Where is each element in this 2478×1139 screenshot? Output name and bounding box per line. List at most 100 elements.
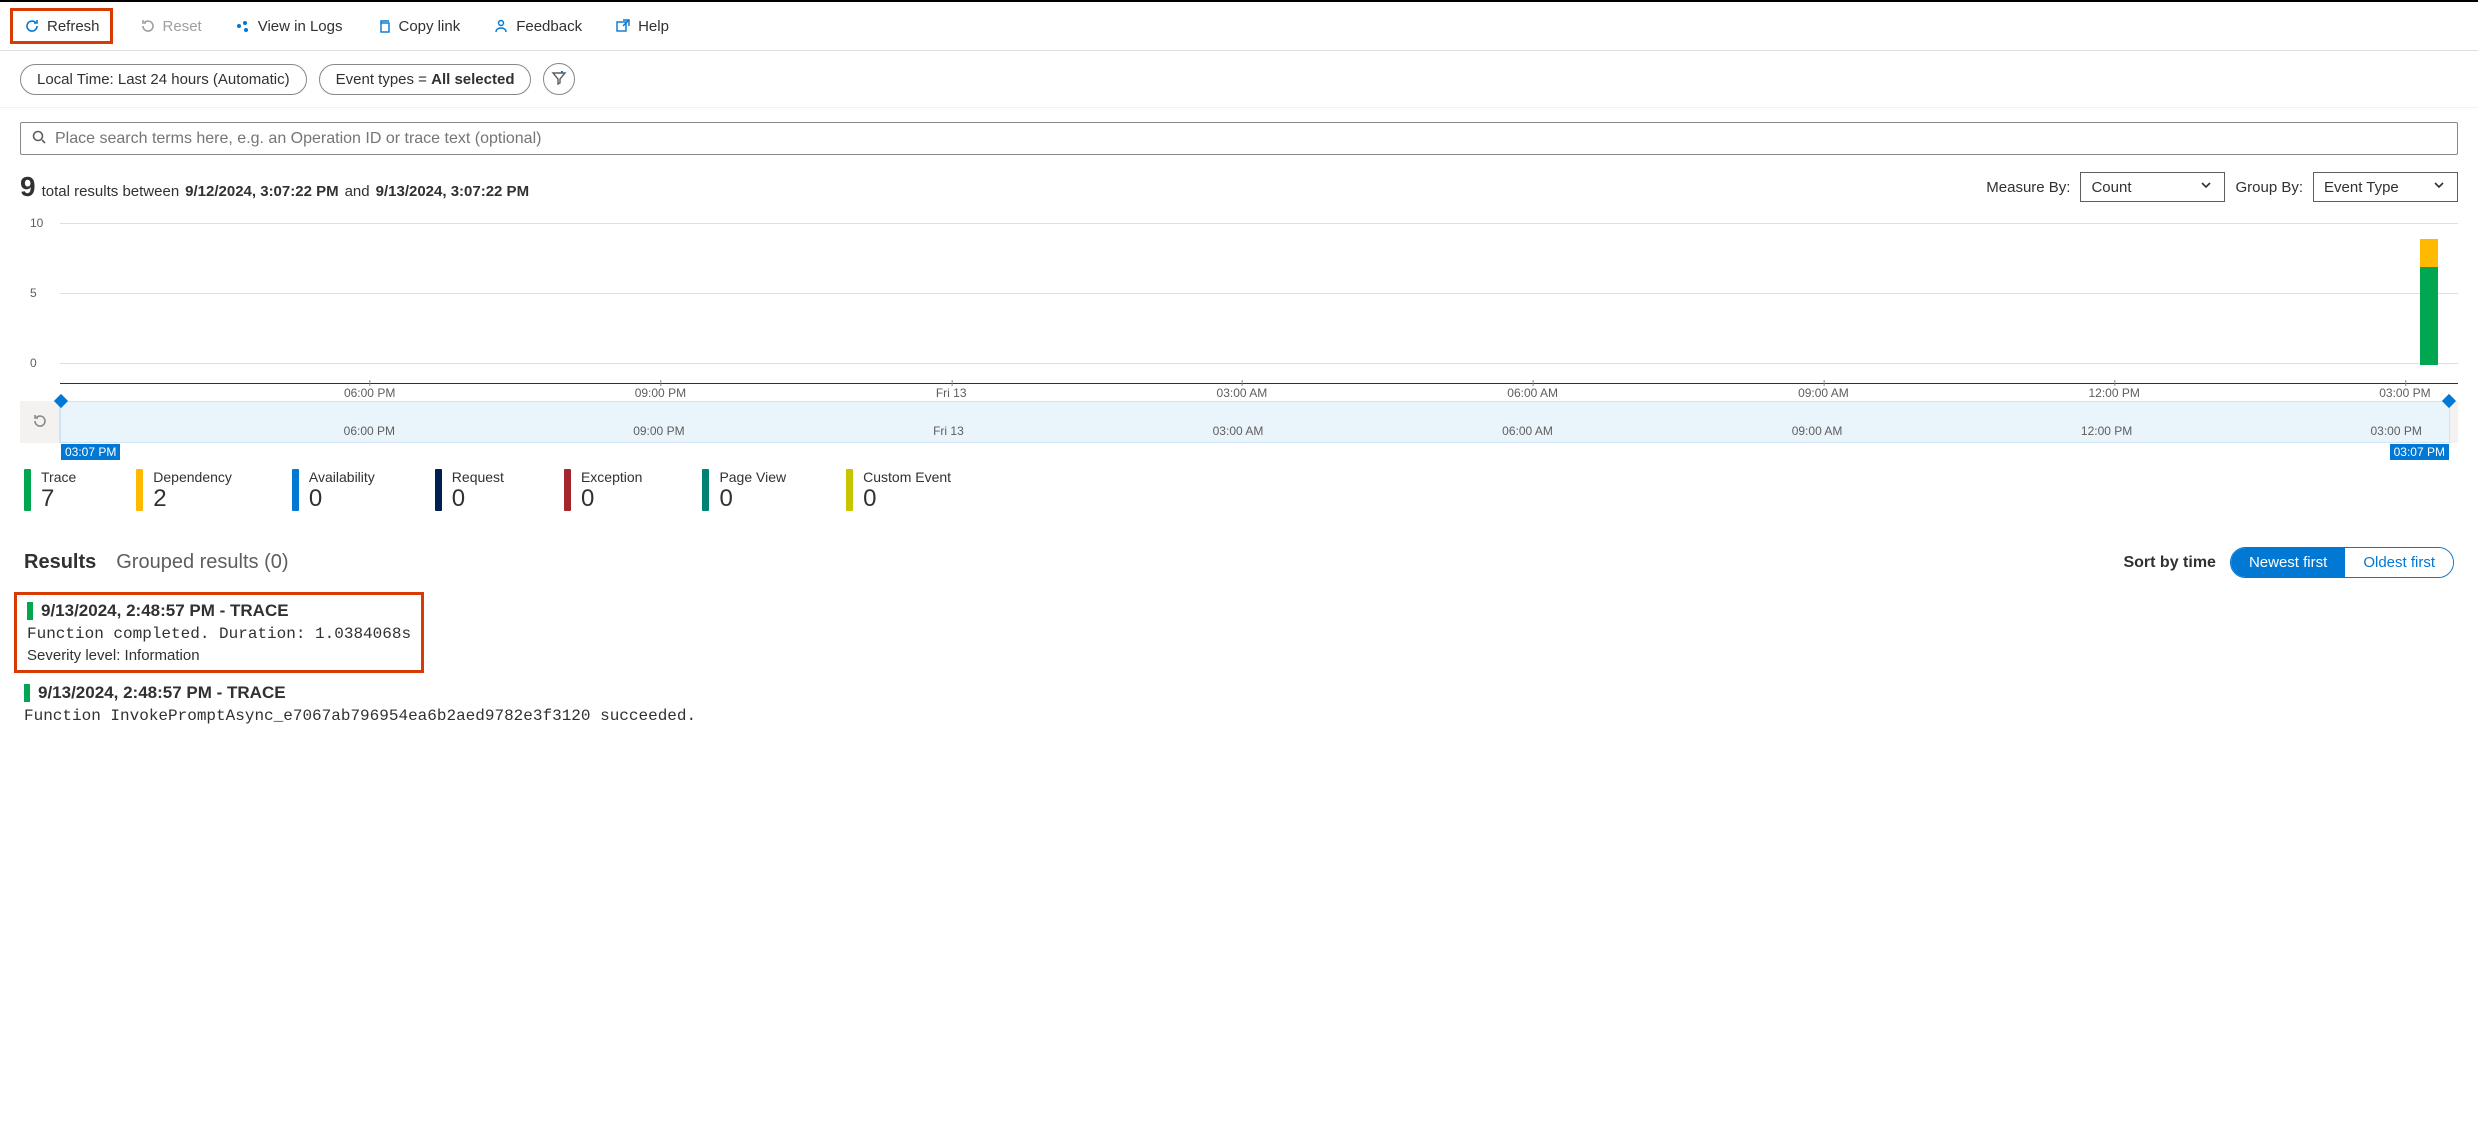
brush-track[interactable]: 06:00 PM09:00 PMFri 1303:00 AM06:00 AM09…	[60, 401, 2450, 443]
group-by-label: Group By:	[2235, 179, 2303, 196]
chart-bar-segment[interactable]	[2420, 239, 2438, 267]
feedback-icon	[492, 17, 510, 35]
chart-ytick: 0	[30, 356, 37, 370]
chart: 0510 06:00 PM09:00 PMFri 1303:00 AM06:00…	[0, 213, 2478, 401]
filter-row: Local Time: Last 24 hours (Automatic) Ev…	[0, 51, 2478, 108]
chart-xtick: 06:00 AM	[1507, 386, 1558, 400]
legend-count: 7	[41, 485, 76, 513]
result-title: 9/13/2024, 2:48:57 PM - TRACE	[38, 683, 286, 703]
legend-count: 0	[719, 485, 786, 513]
legend-item[interactable]: Request 0	[435, 469, 504, 513]
feedback-button[interactable]: Feedback	[486, 13, 588, 39]
legend-color-swatch	[292, 469, 299, 511]
legend-item[interactable]: Exception 0	[564, 469, 642, 513]
chart-xtick: 12:00 PM	[2088, 386, 2139, 400]
sort-oldest-button[interactable]: Oldest first	[2345, 548, 2453, 577]
sort-segmented: Newest first Oldest first	[2230, 547, 2454, 578]
legend-label: Exception	[581, 469, 642, 485]
tab-results[interactable]: Results	[24, 551, 96, 574]
tab-grouped-results[interactable]: Grouped results (0)	[116, 551, 288, 574]
reset-button: Reset	[133, 13, 208, 39]
measure-by-label: Measure By:	[1986, 179, 2070, 196]
feedback-label: Feedback	[516, 18, 582, 35]
chart-xtick: 03:00 AM	[1217, 386, 1268, 400]
search-row	[0, 108, 2478, 165]
funnel-plus-icon	[551, 70, 567, 89]
result-item[interactable]: 9/13/2024, 2:48:57 PM - TRACE Function I…	[24, 677, 2454, 731]
chart-bar-segment[interactable]	[2420, 267, 2438, 365]
chart-ytick: 10	[30, 216, 43, 230]
brush-end-label: 03:07 PM	[2390, 444, 2449, 460]
undo-icon	[32, 413, 48, 432]
copy-icon	[375, 17, 393, 35]
total-count: 9	[20, 171, 36, 203]
time-range-label: Local Time: Last 24 hours (Automatic)	[37, 71, 290, 88]
results-header: Results Grouped results (0) Sort by time…	[0, 527, 2478, 588]
group-by-select[interactable]: Event Type	[2313, 172, 2458, 202]
event-types-prefix: Event types =	[336, 71, 431, 88]
undo-icon	[139, 17, 157, 35]
brush-tick: 12:00 PM	[2081, 424, 2132, 438]
legend-label: Dependency	[153, 469, 232, 485]
legend-color-swatch	[702, 469, 709, 511]
help-label: Help	[638, 18, 669, 35]
view-in-logs-label: View in Logs	[258, 18, 343, 35]
result-message: Function completed. Duration: 1.0384068s	[27, 625, 411, 643]
legend-count: 0	[863, 485, 951, 513]
brush-tick: 06:00 PM	[344, 424, 395, 438]
measure-by-value: Count	[2091, 179, 2131, 196]
legend-label: Custom Event	[863, 469, 951, 485]
chart-xaxis: 06:00 PM09:00 PMFri 1303:00 AM06:00 AM09…	[60, 383, 2458, 401]
time-range-pill[interactable]: Local Time: Last 24 hours (Automatic)	[20, 64, 307, 95]
brush-start-label: 03:07 PM	[61, 444, 120, 460]
brush-tick: 03:00 PM	[2370, 424, 2421, 438]
legend-item[interactable]: Trace 7	[24, 469, 76, 513]
add-filter-button[interactable]	[543, 63, 575, 95]
chart-xtick: Fri 13	[936, 386, 967, 400]
chart-xtick: 03:00 PM	[2379, 386, 2430, 400]
brush-tick: 09:00 PM	[633, 424, 684, 438]
results-list: 9/13/2024, 2:48:57 PM - TRACE Function c…	[0, 588, 2478, 735]
legend-color-swatch	[564, 469, 571, 511]
legend-count: 0	[581, 485, 642, 513]
brush-reset-button[interactable]	[20, 401, 60, 443]
brush-tick: 03:00 AM	[1213, 424, 1264, 438]
refresh-icon	[23, 17, 41, 35]
trace-stripe-icon	[27, 602, 33, 620]
event-types-pill[interactable]: Event types = All selected	[319, 64, 532, 95]
legend-color-swatch	[846, 469, 853, 511]
summary-row: 9 total results between 9/12/2024, 3:07:…	[0, 165, 2478, 213]
copy-link-button[interactable]: Copy link	[369, 13, 467, 39]
sort-newest-button[interactable]: Newest first	[2231, 548, 2345, 577]
search-box[interactable]	[20, 122, 2458, 155]
chart-xtick: 09:00 AM	[1798, 386, 1849, 400]
result-message: Function InvokePromptAsync_e7067ab796954…	[24, 707, 2454, 725]
legend-item[interactable]: Page View 0	[702, 469, 786, 513]
chart-xtick: 09:00 PM	[635, 386, 686, 400]
search-input[interactable]	[55, 130, 2447, 148]
legend-count: 0	[309, 485, 375, 513]
sort-label: Sort by time	[2123, 554, 2215, 572]
help-button[interactable]: Help	[608, 13, 675, 39]
measure-by-select[interactable]: Count	[2080, 172, 2225, 202]
external-link-icon	[614, 17, 632, 35]
refresh-button[interactable]: Refresh	[10, 8, 113, 44]
trace-stripe-icon	[24, 684, 30, 702]
legend: Trace 7 Dependency 2 Availability 0 Requ…	[0, 443, 2478, 527]
legend-count: 2	[153, 485, 232, 513]
view-in-logs-button[interactable]: View in Logs	[228, 13, 349, 39]
legend-label: Trace	[41, 469, 76, 485]
legend-item[interactable]: Dependency 2	[136, 469, 232, 513]
legend-item[interactable]: Availability 0	[292, 469, 375, 513]
time-brush[interactable]: 06:00 PM09:00 PMFri 1303:00 AM06:00 AM09…	[0, 401, 2478, 443]
reset-label: Reset	[163, 18, 202, 35]
result-item[interactable]: 9/13/2024, 2:48:57 PM - TRACE Function c…	[14, 592, 424, 673]
search-icon	[31, 129, 47, 148]
event-types-value: All selected	[431, 71, 514, 88]
summary-controls: Measure By: Count Group By: Event Type	[1986, 172, 2458, 202]
result-tabs: Results Grouped results (0)	[24, 551, 289, 574]
result-severity: Severity level: Information	[27, 647, 411, 664]
sort-controls: Sort by time Newest first Oldest first	[2123, 547, 2454, 578]
legend-item[interactable]: Custom Event 0	[846, 469, 951, 513]
summary-t2: and	[345, 183, 370, 200]
